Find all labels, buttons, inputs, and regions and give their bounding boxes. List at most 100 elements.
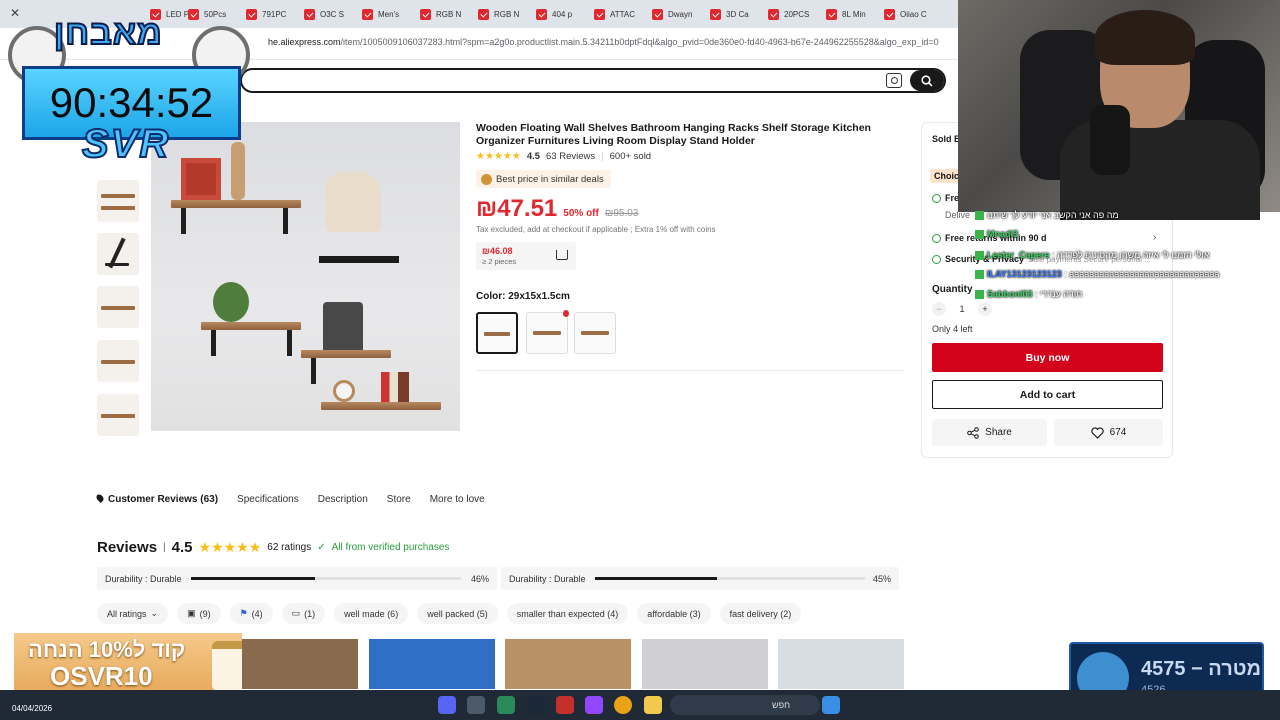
review-filters: All ratings ⌄ ▣ (9) ⚑ (4) ▭ (1) well made (6… (97, 603, 802, 624)
promo-code: OSVR10 (50, 661, 153, 691)
bulk-price-box[interactable]: ₪46.08 ≥ 2 pieces (476, 242, 576, 270)
heart-icon (1090, 426, 1104, 439)
filter-chip[interactable]: fast delivery (2) (719, 603, 802, 624)
review-photo[interactable] (505, 639, 631, 689)
search-input[interactable] (240, 68, 946, 93)
increase-button[interactable]: + (977, 302, 992, 316)
image-search-icon[interactable] (886, 73, 902, 88)
discord-icon[interactable] (438, 696, 456, 714)
aliexpress-favicon-icon (884, 8, 895, 20)
rating-row: ★★★★★ 4.5 63 Reviews | 600+ sold (476, 151, 651, 162)
chat-message: Sabbonl03 : תודה ענדרי (975, 289, 1082, 300)
chevron-right-icon[interactable]: › (1153, 232, 1156, 243)
browser-tab[interactable]: RGB N (420, 4, 472, 24)
rating-value: 4.5 (526, 151, 541, 162)
best-price-badge: Best price in similar deals (476, 170, 611, 188)
badge-icon (975, 211, 984, 221)
bulk-price: ₪46.08 (482, 246, 513, 256)
product-thumbnail[interactable] (97, 233, 139, 275)
attribute-track (595, 577, 865, 580)
taskbar-search[interactable]: חפש (670, 695, 820, 715)
stock-note: Only 4 left (932, 324, 973, 334)
medal-icon (481, 173, 492, 185)
filter-chip[interactable]: affordable (3) (637, 603, 711, 624)
wishlist-button[interactable]: 674 (1054, 419, 1163, 446)
aliexpress-favicon-icon (362, 8, 373, 20)
color-swatch[interactable] (574, 312, 616, 354)
chrome-icon[interactable] (614, 696, 632, 714)
badge-icon (975, 270, 984, 280)
perfume-bottle-icon (212, 641, 242, 691)
filter-chip[interactable]: well packed (5) (417, 603, 498, 624)
product-thumbnail[interactable] (97, 180, 139, 222)
folder-icon[interactable] (644, 696, 662, 714)
twitch-icon[interactable] (585, 696, 603, 714)
decrease-button[interactable]: − (932, 302, 946, 316)
color-swatch[interactable] (526, 312, 568, 354)
product-thumbnail[interactable] (97, 340, 139, 382)
quantity-value[interactable]: 1 (959, 304, 964, 314)
browser-tab[interactable]: Men's (362, 4, 414, 24)
attribute-bar: Durability : Durable 46% (97, 567, 497, 590)
sold-count: 600+ sold (609, 151, 652, 162)
browser-tab[interactable]: O3C S (304, 4, 356, 24)
all-ratings-dropdown[interactable]: All ratings ⌄ (97, 603, 169, 624)
filter-comments[interactable]: ▭ (1) (281, 603, 326, 624)
share-button[interactable]: Share (932, 419, 1047, 446)
browser-tab[interactable]: Dwayn (652, 4, 704, 24)
product-thumbnail[interactable] (97, 286, 139, 328)
browser-tab[interactable]: Oiiao C (884, 4, 940, 24)
review-photo[interactable] (232, 639, 358, 689)
product-main-image[interactable] (151, 122, 460, 431)
review-photo[interactable] (642, 639, 768, 689)
tab-customer-reviews[interactable]: Customer Reviews (63) (95, 493, 218, 505)
aliexpress-favicon-icon (304, 8, 315, 20)
search-button[interactable] (910, 70, 944, 91)
add-cart-icon[interactable] (556, 250, 568, 260)
chat-message: Mnadl3 (975, 229, 1018, 240)
windows-start-icon[interactable] (822, 696, 840, 714)
browser-tab[interactable]: 3D Ca (710, 4, 762, 24)
steam-icon[interactable] (527, 696, 545, 714)
review-photo[interactable] (778, 639, 904, 689)
review-photo[interactable] (369, 639, 495, 689)
filter-photos[interactable]: ▣ (9) (177, 603, 221, 624)
tab-description[interactable]: Description (318, 494, 368, 505)
app-icon[interactable] (556, 696, 574, 714)
browser-tab[interactable]: ATTAC (594, 4, 646, 24)
badge-icon (975, 290, 984, 300)
shield-icon (932, 254, 941, 264)
filter-chip[interactable]: well made (6) (334, 603, 409, 624)
tab-more-to-love[interactable]: More to love (430, 494, 485, 505)
quantity-stepper[interactable]: − 1 + (932, 300, 992, 318)
browser-tab[interactable]: 8L Min (826, 4, 878, 24)
color-swatch-selected[interactable] (476, 312, 518, 354)
tax-note: Tax excluded, add at checkout if applica… (476, 225, 716, 234)
filter-chip[interactable]: smaller than expected (4) (506, 603, 629, 624)
excel-icon[interactable] (497, 696, 515, 714)
url-text[interactable]: he.aliexpress.com/item/1005009106037283.… (268, 37, 958, 47)
chat-message: Lester_Capere : אולי הזמנו לי איזה משהו … (975, 250, 1209, 261)
original-price: ₪95.03 (604, 208, 639, 219)
product-thumbnail[interactable] (97, 394, 139, 436)
goal-title: 4575 − מטרה (1141, 658, 1262, 680)
tab-store[interactable]: Store (387, 494, 411, 505)
filter-local[interactable]: ⚑ (4) (229, 603, 273, 624)
reviews-link[interactable]: 63 Reviews (546, 151, 595, 162)
add-to-cart-button[interactable]: Add to cart (932, 380, 1163, 409)
rating-stars-icon: ★★★★★ (198, 539, 262, 555)
browser-tab[interactable]: RGB N (478, 4, 530, 24)
tab-specifications[interactable]: Specifications (237, 494, 299, 505)
browser-tab[interactable]: 404 p (536, 4, 588, 24)
buy-now-button[interactable]: Buy now (932, 343, 1163, 372)
color-label: Color: 29x15x1.5cm (476, 291, 570, 302)
verified-check-icon: ✓ (317, 542, 326, 553)
divider (476, 370, 904, 371)
aliexpress-favicon-icon (478, 8, 489, 20)
free-shipping-row[interactable]: Fre (932, 193, 959, 203)
chat-message: ILAY13123123123 : aaaaaaaaaaaaaaaaaaaaaa… (975, 269, 1219, 280)
calculator-icon[interactable] (467, 696, 485, 714)
browser-tab[interactable]: 20PCS (768, 4, 820, 24)
price-row: ₪47.51 50% off ₪95.03 (476, 195, 638, 223)
verified-purchases: All from verified purchases (331, 542, 450, 553)
